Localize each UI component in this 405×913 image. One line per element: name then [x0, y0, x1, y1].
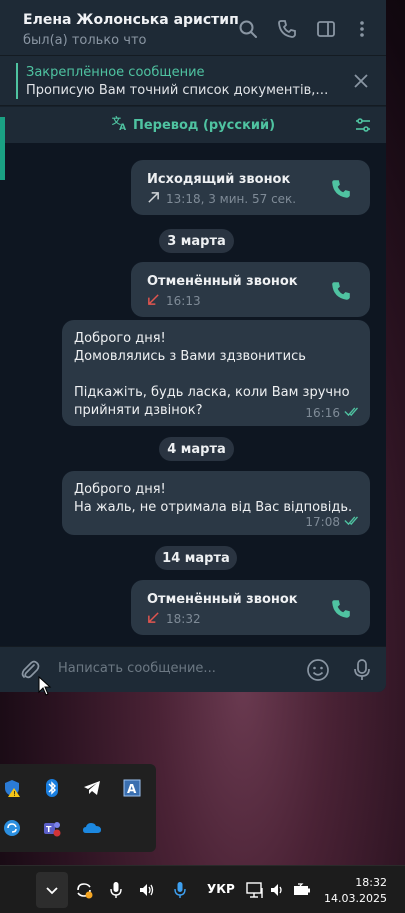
- double-check-icon: [344, 406, 362, 420]
- clock-time: 18:32: [355, 876, 387, 889]
- phone-icon[interactable]: [330, 598, 352, 620]
- missed-call-arrow-icon: [147, 293, 160, 309]
- pinned-title: Закреплённое сообщение: [26, 65, 205, 80]
- text-message[interactable]: Доброго дня! Домовлялись з Вами здзвонит…: [62, 320, 370, 426]
- volume-icon[interactable]: [137, 880, 157, 900]
- call-meta-text: 18:32: [166, 612, 201, 626]
- sync-app-icon[interactable]: [2, 818, 22, 838]
- scrollbar[interactable]: [0, 117, 5, 180]
- phone-icon[interactable]: [276, 18, 298, 40]
- input-language-indicator[interactable]: УКР: [207, 882, 235, 896]
- message-time-text: 17:08: [305, 515, 340, 529]
- speaker-icon[interactable]: [268, 880, 288, 900]
- message-time: 16:16: [305, 406, 362, 420]
- security-warning-icon[interactable]: !: [2, 778, 22, 798]
- message-input[interactable]: Написать сообщение...: [58, 661, 216, 676]
- translate-bar[interactable]: 文A Перевод (русский): [0, 107, 386, 143]
- clock-date: 14.03.2025: [324, 892, 387, 905]
- pinned-text: Прописую Вам точний список документів, о…: [26, 83, 330, 98]
- message-time-text: 16:16: [305, 406, 340, 420]
- update-icon[interactable]: [74, 880, 94, 900]
- call-meta-text: 13:18, 3 мин. 57 сек.: [166, 192, 297, 206]
- sidebar-toggle-icon[interactable]: [315, 18, 337, 40]
- voice-input-icon[interactable]: [170, 880, 190, 900]
- message-composer: Написать сообщение...: [0, 646, 386, 692]
- taskbar: УКР 18:32 14.03.2025: [0, 865, 405, 913]
- clock[interactable]: 18:32 14.03.2025: [324, 875, 387, 907]
- svg-text:A: A: [119, 123, 126, 132]
- date-separator: 3 марта: [159, 229, 234, 253]
- telegram-window: Елена Жолонська аристип был(а) только чт…: [0, 0, 386, 692]
- call-title: Отменённый звонок: [147, 274, 298, 289]
- call-title: Исходящий звонок: [147, 172, 291, 187]
- chat-title[interactable]: Елена Жолонська аристип: [23, 12, 239, 28]
- telegram-icon[interactable]: [82, 778, 102, 798]
- call-message-cancelled[interactable]: Отменённый звонок 16:13: [131, 262, 370, 317]
- close-icon[interactable]: [352, 72, 370, 90]
- network-icon[interactable]: [245, 880, 265, 900]
- chat-status: был(а) только что: [23, 33, 147, 48]
- call-title: Отменённый звонок: [147, 592, 298, 607]
- svg-text:A: A: [127, 782, 137, 796]
- pinned-accent-bar: [16, 63, 18, 99]
- call-meta: 16:13: [147, 293, 201, 309]
- tray-overflow-flyout: ! A T: [0, 764, 156, 852]
- microphone-icon[interactable]: [352, 658, 372, 682]
- call-message-outgoing[interactable]: Исходящий звонок 13:18, 3 мин. 57 сек.: [131, 160, 370, 215]
- call-meta: 13:18, 3 мин. 57 сек.: [147, 191, 296, 207]
- translate-icon: 文A: [111, 114, 129, 136]
- chevron-down-icon: [45, 881, 59, 900]
- svg-text:!: !: [13, 790, 16, 798]
- missed-call-arrow-icon: [147, 611, 160, 627]
- battery-icon[interactable]: [292, 880, 312, 900]
- phone-icon[interactable]: [330, 178, 352, 200]
- pinned-message[interactable]: Закреплённое сообщение Прописую Вам точн…: [0, 56, 386, 106]
- font-app-icon[interactable]: A: [122, 778, 142, 798]
- svg-text:T: T: [46, 825, 52, 834]
- message-list[interactable]: Исходящий звонок 13:18, 3 мин. 57 сек. 3…: [0, 143, 386, 646]
- translate-label: Перевод (русский): [132, 117, 276, 133]
- mouse-cursor-icon: [38, 675, 52, 696]
- message-text: Доброго дня! На жаль, не отримала від Ва…: [74, 482, 353, 515]
- outgoing-arrow-icon: [147, 191, 160, 207]
- teams-icon[interactable]: T: [42, 818, 62, 838]
- call-meta: 18:32: [147, 611, 201, 627]
- date-separator: 14 марта: [155, 546, 237, 570]
- phone-icon[interactable]: [330, 280, 352, 302]
- onedrive-icon[interactable]: [82, 818, 102, 838]
- microphone-icon[interactable]: [106, 880, 126, 900]
- search-icon[interactable]: [237, 18, 259, 40]
- emoji-icon[interactable]: [306, 658, 330, 682]
- date-separator: 4 марта: [159, 437, 234, 461]
- call-meta-text: 16:13: [166, 294, 201, 308]
- bluetooth-icon[interactable]: [42, 778, 62, 798]
- more-vertical-icon[interactable]: [351, 18, 373, 40]
- call-message-cancelled[interactable]: Отменённый звонок 18:32: [131, 580, 370, 635]
- text-message[interactable]: Доброго дня! На жаль, не отримала від Ва…: [62, 471, 370, 535]
- double-check-icon: [344, 515, 362, 529]
- chat-header: Елена Жолонська аристип был(а) только чт…: [0, 0, 386, 56]
- show-hidden-icons-button[interactable]: [36, 872, 68, 908]
- message-time: 17:08: [305, 515, 362, 529]
- settings-sliders-icon[interactable]: [354, 116, 372, 134]
